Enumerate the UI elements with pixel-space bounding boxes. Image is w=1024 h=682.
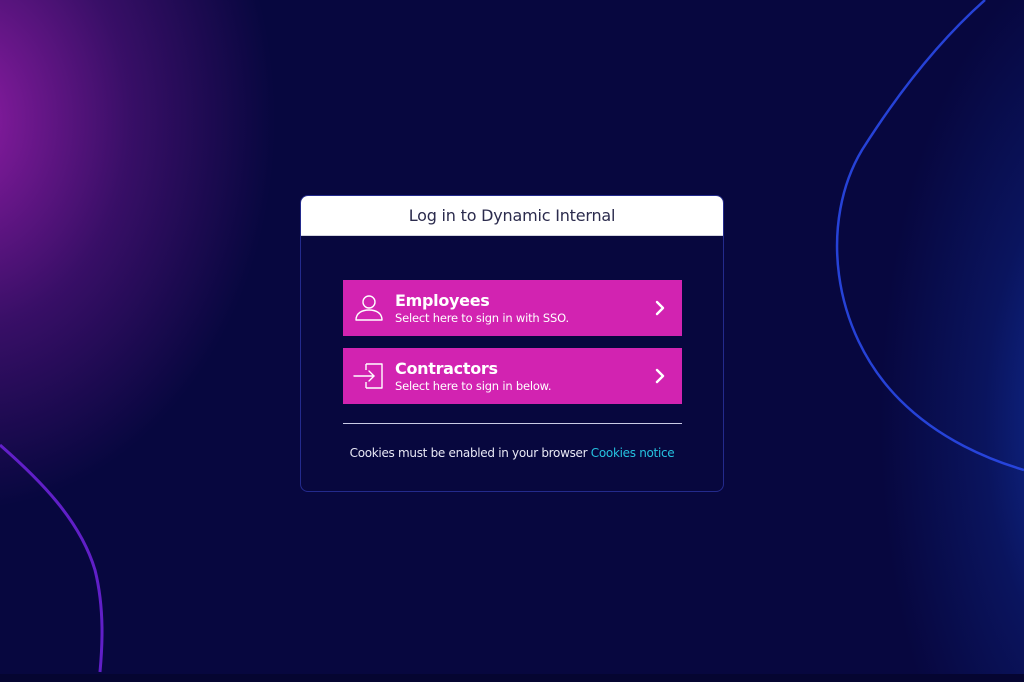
bottom-strip: [0, 674, 1024, 682]
login-card-header: Log in to Dynamic Internal: [301, 196, 723, 236]
employees-label: Employees: [395, 290, 490, 310]
cookies-notice-link[interactable]: Cookies notice: [591, 446, 675, 460]
cookies-message: Cookies must be enabled in your browser …: [301, 446, 723, 460]
chevron-right-icon: [638, 280, 682, 336]
login-title: Log in to Dynamic Internal: [408, 206, 616, 225]
login-card: Log in to Dynamic Internal Employees Sel…: [300, 195, 724, 492]
contractors-button[interactable]: Contractors Select here to sign in below…: [343, 348, 682, 404]
employees-text: Employees Select here to sign in with SS…: [395, 291, 638, 326]
user-icon: [343, 280, 395, 336]
employees-button[interactable]: Employees Select here to sign in with SS…: [343, 280, 682, 336]
cookies-text: Cookies must be enabled in your browser: [349, 446, 588, 460]
employees-description: Select here to sign in with SSO.: [395, 310, 569, 325]
divider: [343, 423, 682, 424]
contractors-description: Select here to sign in below.: [395, 378, 552, 393]
contractors-text: Contractors Select here to sign in below…: [395, 359, 638, 394]
sign-in-icon: [343, 348, 395, 404]
contractors-label: Contractors: [395, 358, 498, 378]
chevron-right-icon: [638, 348, 682, 404]
